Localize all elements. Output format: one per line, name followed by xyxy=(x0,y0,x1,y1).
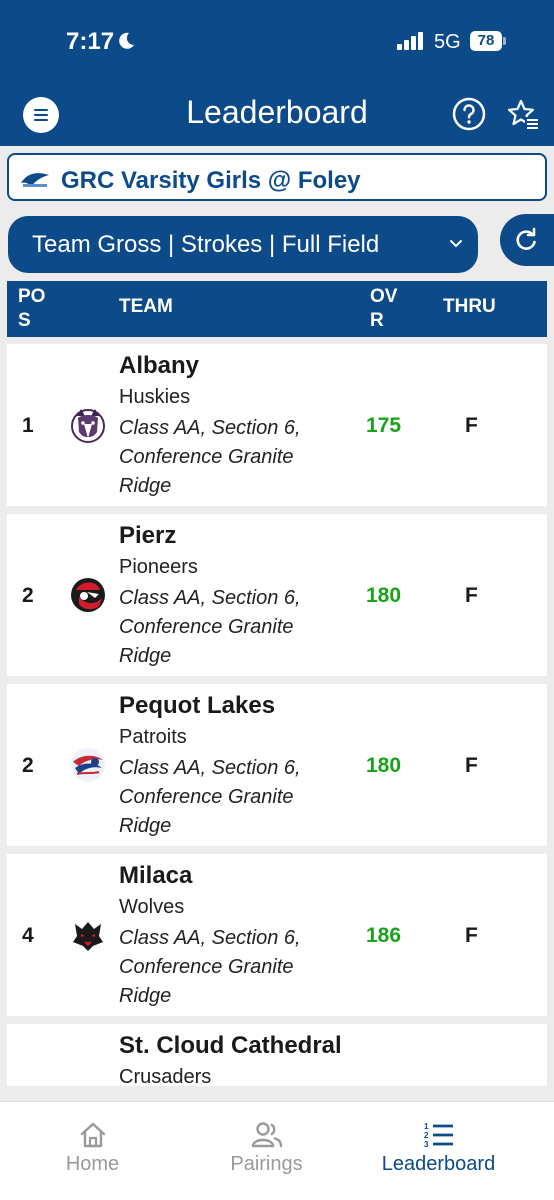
team-name: Albany xyxy=(119,352,200,379)
husky-logo-icon xyxy=(71,409,105,443)
patriot-logo-icon xyxy=(71,748,105,782)
team-thru: F xyxy=(465,584,478,607)
team-mascot: Patroits xyxy=(119,726,187,748)
table-row[interactable]: 2 Pierz Pioneers Class AA, Section 6, Co… xyxy=(7,514,547,676)
refresh-icon xyxy=(516,227,536,250)
event-selector[interactable]: GRC Varsity Girls @ Foley xyxy=(7,153,547,201)
team-name: Pequot Lakes xyxy=(119,692,276,719)
table-header: POS TEAM OVR THRU xyxy=(7,281,547,337)
team-score: 175 xyxy=(366,414,402,437)
battery-icon: 78 xyxy=(470,31,506,51)
team-name: St. Cloud Cathedral xyxy=(119,1032,342,1059)
battery-level: 78 xyxy=(470,31,502,51)
team-score: 180 xyxy=(366,584,402,607)
team-details: Class AA, Section 6, Conference Granite … xyxy=(119,927,301,1007)
chevron-down-icon xyxy=(450,240,462,248)
team-details: Class AA, Section 6, Conference Granite … xyxy=(119,587,301,667)
header-thru[interactable]: THRU xyxy=(443,296,496,318)
team-name: Milaca xyxy=(119,862,193,889)
table-row[interactable]: St. Cloud Cathedral Crusaders xyxy=(7,1024,547,1086)
leaderboard-list-icon: 1 2 3 xyxy=(424,1122,453,1149)
pioneer-logo-icon xyxy=(71,578,105,612)
table-row[interactable]: 2 Pequot Lakes Patroits Class AA, Sectio… xyxy=(7,684,547,846)
nav-home[interactable]: Home xyxy=(0,1102,185,1200)
app-header: 7:17 5G 78 Leaderboard xyxy=(0,0,554,146)
home-icon xyxy=(80,1122,106,1148)
position: 2 xyxy=(22,754,34,777)
header-ovr[interactable]: OVR xyxy=(370,285,406,333)
help-icon[interactable] xyxy=(452,97,486,131)
header-team[interactable]: TEAM xyxy=(119,296,173,318)
team-mascot: Huskies xyxy=(119,386,191,408)
wolf-logo-icon xyxy=(71,918,105,952)
event-title: GRC Varsity Girls @ Foley xyxy=(61,167,361,194)
header-pos[interactable]: POS xyxy=(18,285,48,333)
status-time: 7:17 xyxy=(66,28,115,55)
leaderboard-list[interactable]: 1 Albany Huskies Class AA, Section 6, Co… xyxy=(0,344,554,1086)
event-logo-icon xyxy=(21,173,49,187)
team-mascot: Crusaders xyxy=(119,1066,212,1086)
status-bar: 7:17 5G 78 xyxy=(0,0,554,84)
signal-icon xyxy=(397,32,423,50)
network-label: 5G xyxy=(434,31,461,53)
filter-label: Team Gross | Strokes | Full Field xyxy=(32,231,380,258)
team-name: Pierz xyxy=(119,522,177,549)
star-list-icon[interactable] xyxy=(506,98,540,132)
team-details: Class AA, Section 6, Conference Granite … xyxy=(119,757,301,837)
team-details: Class AA, Section 6, Conference Granite … xyxy=(119,417,301,497)
nav-leaderboard[interactable]: 1 2 3 Leaderboard xyxy=(346,1102,531,1200)
nav-pairings[interactable]: Pairings xyxy=(174,1102,359,1200)
svg-text:2: 2 xyxy=(424,1131,429,1140)
table-row[interactable]: 1 Albany Huskies Class AA, Section 6, Co… xyxy=(7,344,547,506)
people-icon xyxy=(251,1122,283,1148)
moon-icon xyxy=(119,32,134,49)
position: 1 xyxy=(22,414,34,437)
team-thru: F xyxy=(465,754,478,777)
position: 2 xyxy=(22,584,34,607)
team-mascot: Pioneers xyxy=(119,556,198,578)
bottom-nav: Home Pairings 1 2 3 Leaderboard xyxy=(0,1101,554,1200)
svg-text:3: 3 xyxy=(424,1140,429,1149)
table-row[interactable]: 4 Milaca Wolves Class AA, Section 6, Con… xyxy=(7,854,547,1016)
refresh-button[interactable] xyxy=(500,214,554,266)
team-score: 180 xyxy=(366,754,402,777)
team-thru: F xyxy=(465,924,478,947)
svg-text:1: 1 xyxy=(424,1122,429,1131)
view-filter-dropdown[interactable]: Team Gross | Strokes | Full Field xyxy=(8,216,478,273)
team-mascot: Wolves xyxy=(119,896,185,918)
position: 4 xyxy=(22,924,34,947)
nav-home-label: Home xyxy=(65,1153,120,1175)
nav-leaderboard-label: Leaderboard xyxy=(381,1153,496,1175)
team-thru: F xyxy=(465,414,478,437)
team-score: 186 xyxy=(366,924,402,947)
nav-pairings-label: Pairings xyxy=(230,1153,303,1175)
